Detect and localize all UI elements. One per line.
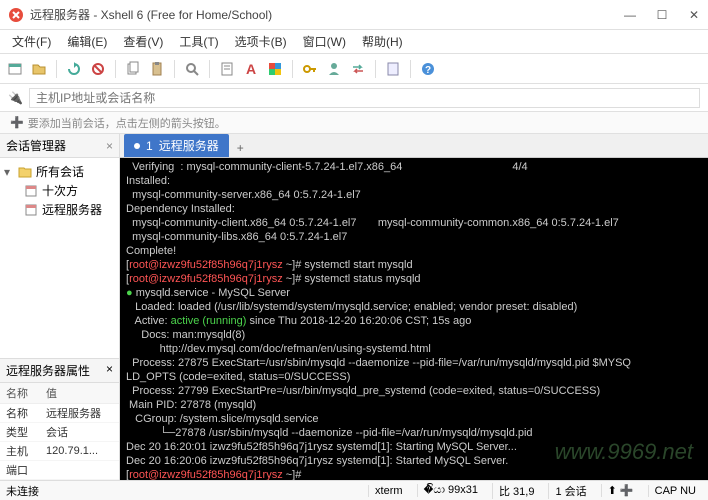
sessions-panel-header: 会话管理器 × [0,134,119,158]
font-icon[interactable]: A [242,60,260,78]
window-title: 远程服务器 - Xshell 6 (Free for Home/School) [30,6,624,23]
props-panel-close-icon[interactable]: × [106,362,113,379]
menu-file[interactable]: 文件(F) [6,31,57,52]
properties-icon[interactable] [218,60,236,78]
sessions-panel-title: 会话管理器 [6,137,66,154]
session-icon [24,184,38,198]
sessions-tree[interactable]: ▾ 所有会话 十次方 远程服务器 [0,158,119,358]
menu-edit[interactable]: 编辑(E) [61,31,113,52]
status-caps: CAP NU [648,485,702,497]
tab-strip: 1 远程服务器 + [120,134,708,158]
color-icon[interactable] [266,60,284,78]
help-icon[interactable]: ? [419,60,437,78]
props-panel-title: 远程服务器属性 [6,362,90,379]
menu-view[interactable]: 查看(V) [117,31,169,52]
tree-item[interactable]: 远程服务器 [4,200,115,219]
props-table: 名称值 名称远程服务器 类型会话 主机120.79.1... 端口 [0,383,119,480]
hint-bar: ➕ 要添加当前会话，点击左侧的箭头按钮。 [0,112,708,134]
tree-item[interactable]: 十次方 [4,181,115,200]
connect-icon[interactable]: 🔌 [8,91,23,105]
menu-window[interactable]: 窗口(W) [297,31,352,52]
tab-label: 远程服务器 [159,137,219,154]
tree-item-label: 十次方 [42,182,78,199]
paste-icon[interactable] [148,60,166,78]
collapse-icon[interactable]: ▾ [4,165,14,179]
key-icon[interactable] [301,60,319,78]
script-icon[interactable] [384,60,402,78]
tree-root[interactable]: ▾ 所有会话 [4,162,115,181]
app-icon [8,7,24,23]
tab-status-icon [134,143,140,149]
copy-icon[interactable] [124,60,142,78]
props-row: 主机120.79.1... [0,442,119,461]
props-row: 端口 [0,461,119,480]
tab-active[interactable]: 1 远程服务器 [124,134,229,157]
status-bar: 未连接 xterm �ියා 99x31 比 31,9 1 会话 ⬆ ➕ CAP… [0,480,708,500]
status-sessions: 1 会话 [548,483,592,499]
menu-bar: 文件(F) 编辑(E) 查看(V) 工具(T) 选项卡(B) 窗口(W) 帮助(… [0,30,708,54]
props-row: 名称远程服务器 [0,404,119,423]
status-term: xterm [368,485,409,497]
status-size: �ියා 99x31 [417,484,484,497]
disconnect-icon[interactable] [89,60,107,78]
reconnect-icon[interactable] [65,60,83,78]
menu-tabs[interactable]: 选项卡(B) [229,31,293,52]
props-header-value: 值 [40,383,119,404]
terminal[interactable]: Verifying : mysql-community-client-5.7.2… [120,158,708,480]
address-bar: 🔌 [0,84,708,112]
tab-add-button[interactable]: + [229,139,252,157]
tree-root-label: 所有会话 [36,163,84,180]
tree-item-label: 远程服务器 [42,201,102,218]
props-panel-header: 远程服务器属性 × [0,358,119,383]
tab-index: 1 [146,139,153,153]
status-connection: 未连接 [6,483,39,499]
menu-tools[interactable]: 工具(T) [173,31,224,52]
props-row: 类型会话 [0,423,119,442]
new-session-icon[interactable] [6,60,24,78]
search-icon[interactable] [183,60,201,78]
close-button[interactable]: ✕ [688,8,700,22]
minimize-button[interactable]: — [624,8,636,22]
address-input[interactable] [29,88,700,108]
folder-icon [18,165,32,179]
toolbar: A ? [0,54,708,84]
sidebar: 会话管理器 × ▾ 所有会话 十次方 远程服务器 远程服务器属性 × 名 [0,134,120,480]
transfer-icon[interactable] [349,60,367,78]
status-plus[interactable]: ⬆ ➕ [601,484,640,497]
session-icon [24,203,38,217]
status-pos: 比 31,9 [492,483,540,499]
user-icon[interactable] [325,60,343,78]
hint-text: 要添加当前会话，点击左侧的箭头按钮。 [28,115,226,131]
add-hint-icon[interactable]: ➕ [10,116,24,129]
open-icon[interactable] [30,60,48,78]
maximize-button[interactable]: ☐ [656,8,668,22]
title-bar: 远程服务器 - Xshell 6 (Free for Home/School) … [0,0,708,30]
svg-text:?: ? [425,65,431,76]
sessions-panel-close-icon[interactable]: × [106,139,113,153]
props-header-name: 名称 [0,383,40,404]
menu-help[interactable]: 帮助(H) [356,31,409,52]
